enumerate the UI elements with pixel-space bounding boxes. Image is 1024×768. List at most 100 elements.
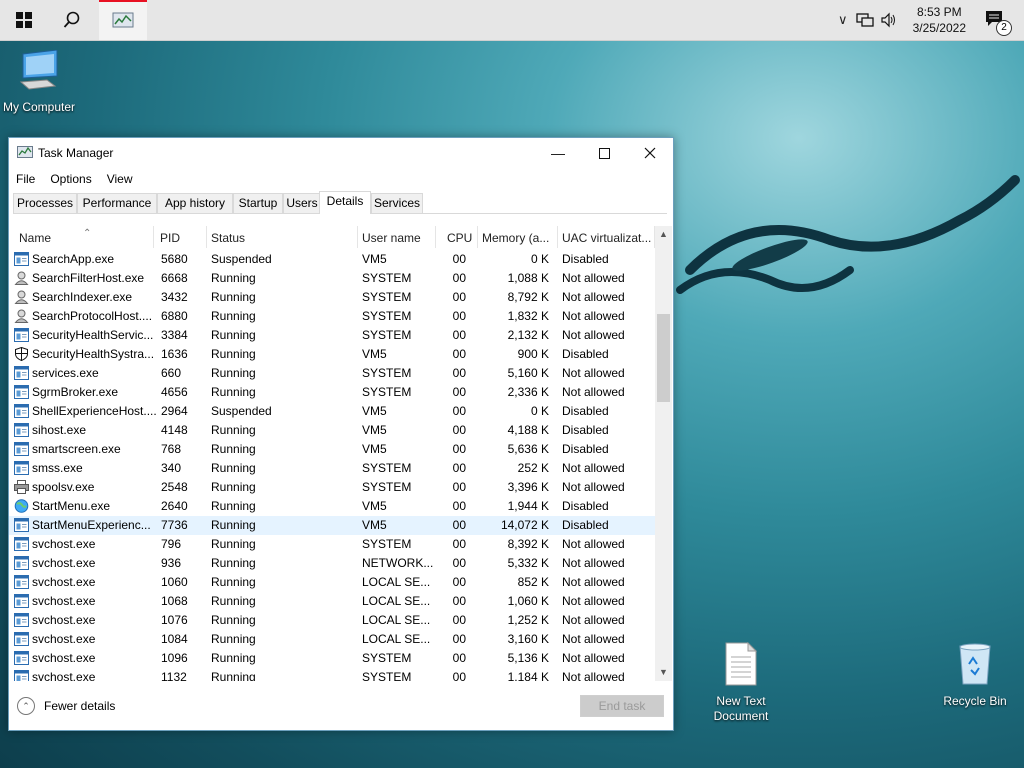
cell-name: SearchFilterHost.exe [32,271,145,285]
network-icon[interactable] [855,12,874,28]
tab-services[interactable]: Services [371,193,423,213]
cell-status: Running [211,309,256,323]
cell-mem: 852 K [517,575,549,589]
scrollbar-thumb[interactable] [657,314,670,402]
search-button[interactable] [48,0,96,40]
process-row[interactable]: svchost.exe 1084 Running LOCAL SE... 00 3,160… [9,630,655,649]
process-row[interactable]: smartscreen.exe 768 Running VM5 00 5,636 K Dis… [9,440,655,459]
taskbar-task-manager-button[interactable] [99,0,147,40]
process-app-icon [14,537,29,551]
cell-pid: 768 [161,442,182,456]
menu-options[interactable]: Options [43,168,99,190]
cell-mem: 14,072 K [500,518,549,532]
column-header-pid[interactable]: PID [156,226,207,248]
desktop-icon-recycle-bin[interactable]: Recycle Bin [930,642,1020,709]
cell-user: VM5 [362,423,387,437]
process-row[interactable]: svchost.exe 1096 Running SYSTEM 00 5,136 K Not… [9,649,655,668]
column-header-memory[interactable]: Memory (a... [478,226,558,248]
cell-name: svchost.exe [32,632,96,646]
process-row[interactable]: StartMenuExperienc... 7736 Running VM5 00 14,… [9,516,655,535]
cell-pid: 340 [161,461,182,475]
cell-mem: 1,252 K [507,613,549,627]
tab-app-history[interactable]: App history [157,193,233,213]
tab-users[interactable]: Users [283,193,321,213]
process-row[interactable]: SgrmBroker.exe 4656 Running SYSTEM 00 2,336 K… [9,383,655,402]
cell-mem: 0 K [530,252,549,266]
process-row[interactable]: svchost.exe 936 Running NETWORK... 00 5,332 K… [9,554,655,573]
process-app-icon [14,518,29,532]
clock[interactable]: 8:53 PM 3/25/2022 [913,4,966,36]
cell-cpu: 00 [452,461,466,475]
cell-uac: Not allowed [562,537,625,551]
cell-pid: 2964 [161,404,188,418]
cell-pid: 6880 [161,309,188,323]
close-button[interactable] [627,138,673,168]
title-bar[interactable]: Task Manager — [9,138,673,168]
tab-performance[interactable]: Performance [77,193,157,213]
cell-mem: 2,336 K [507,385,549,399]
process-row[interactable]: svchost.exe 1076 Running LOCAL SE... 00 1,252… [9,611,655,630]
cell-status: Running [211,442,256,456]
column-header-uac[interactable]: UAC virtualizat... [558,226,655,248]
desktop-icon-new-text-document[interactable]: New Text Document [696,641,786,724]
cell-pid: 5680 [161,252,188,266]
column-header-status[interactable]: Status [207,226,358,248]
process-row[interactable]: SecurityHealthSystra... 1636 Running VM5 00 9… [9,345,655,364]
vertical-scrollbar[interactable]: ▲ ▼ [655,226,672,681]
start-button[interactable] [0,0,48,40]
tab-processes[interactable]: Processes [13,193,77,213]
tab-details[interactable]: Details [319,191,371,214]
process-app-icon [14,632,29,646]
cell-uac: Not allowed [562,480,625,494]
process-row[interactable]: svchost.exe 796 Running SYSTEM 00 8,392 K Not … [9,535,655,554]
cell-user: SYSTEM [362,328,412,342]
cell-status: Running [211,461,256,475]
desktop-icon-label: Recycle Bin [943,694,1007,708]
column-header-name[interactable]: ⌃ Name [15,226,154,248]
column-header-cpu[interactable]: CPU [436,226,478,248]
process-row[interactable]: svchost.exe 1068 Running LOCAL SE... 00 1,060… [9,592,655,611]
action-center-button[interactable]: 2 [984,8,1012,36]
column-header-user-name[interactable]: User name [358,226,436,248]
process-row[interactable]: SecurityHealthServic... 3384 Running SYSTEM… [9,326,655,345]
tab-startup[interactable]: Startup [233,193,283,213]
scroll-up-icon[interactable]: ▲ [655,226,672,243]
process-row[interactable]: SearchApp.exe 5680 Suspended VM5 00 0 K Disabl… [9,250,655,269]
process-row[interactable]: StartMenu.exe 2640 Running VM5 00 1,944 K Disa… [9,497,655,516]
process-app-icon [14,594,29,608]
process-row[interactable]: svchost.exe 1060 Running LOCAL SE... 00 852 K… [9,573,655,592]
process-row[interactable]: ShellExperienceHost.... 2964 Suspended VM5 0… [9,402,655,421]
cell-mem: 252 K [517,461,549,475]
volume-icon[interactable] [880,12,898,28]
cell-user: SYSTEM [362,461,412,475]
maximize-button[interactable] [581,138,627,168]
end-task-button[interactable]: End task [580,695,664,717]
chevron-up-icon[interactable]: ∨ [838,12,848,28]
cell-status: Running [211,290,256,304]
cell-mem: 4,188 K [507,423,549,437]
process-row[interactable]: sihost.exe 4148 Running VM5 00 4,188 K Disable… [9,421,655,440]
cell-uac: Not allowed [562,309,625,323]
process-row[interactable]: SearchIndexer.exe 3432 Running SYSTEM 00 8,79… [9,288,655,307]
cell-pid: 796 [161,537,182,551]
menu-view[interactable]: View [100,168,141,190]
desktop-icon-my-computer[interactable]: My Computer [0,49,84,115]
cell-status: Running [211,575,256,589]
cell-uac: Disabled [562,442,609,456]
menu-file[interactable]: File [9,168,43,190]
cell-pid: 2640 [161,499,188,513]
fewer-details-button[interactable]: ⌃ Fewer details [17,697,115,715]
cell-pid: 1060 [161,575,188,589]
cell-name: StartMenu.exe [32,499,111,513]
scroll-down-icon[interactable]: ▼ [655,664,672,681]
cell-uac: Not allowed [562,594,625,608]
process-row[interactable]: SearchFilterHost.exe 6668 Running SYSTEM 00 1… [9,269,655,288]
process-row[interactable]: SearchProtocolHost.... 6880 Running SYSTEM 0… [9,307,655,326]
minimize-button[interactable]: — [535,138,581,168]
process-row[interactable]: spoolsv.exe 2548 Running SYSTEM 00 3,396 K Not… [9,478,655,497]
process-row[interactable]: smss.exe 340 Running SYSTEM 00 252 K Not allow… [9,459,655,478]
process-row[interactable]: svchost.exe 1132 Running SYSTEM 00 1,184 K Not… [9,668,655,681]
process-row[interactable]: services.exe 660 Running SYSTEM 00 5,160 K Not… [9,364,655,383]
computer-icon [19,49,58,90]
desktop-icon-label: My Computer [2,100,76,114]
